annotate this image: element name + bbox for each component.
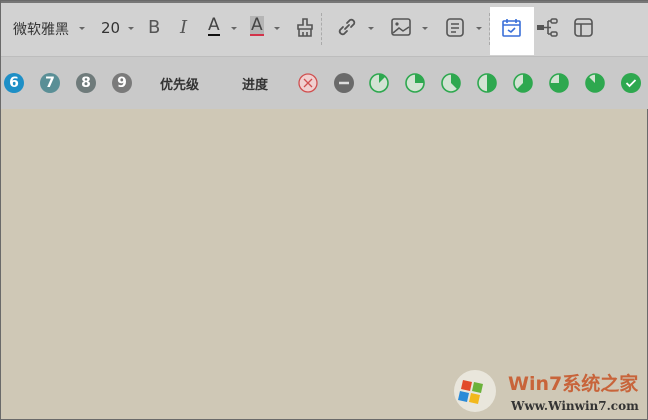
bold-button[interactable]: B	[148, 17, 160, 38]
priority-6-marker[interactable]: 6	[4, 73, 24, 93]
watermark-title: Win7系统之家	[508, 372, 639, 395]
pause-marker-icon[interactable]	[334, 73, 354, 93]
progress-1-of-8-icon[interactable]	[369, 73, 389, 93]
chevron-down-icon[interactable]	[274, 27, 280, 30]
progress-label: 进度	[242, 78, 269, 93]
mindmap-icon[interactable]	[536, 18, 560, 37]
progress-8-of-8-icon[interactable]	[621, 73, 641, 93]
priority-9-marker[interactable]: 9	[112, 73, 132, 93]
progress-2-of-8-icon[interactable]	[405, 73, 425, 93]
font-family-select[interactable]: 微软雅黑	[13, 19, 69, 39]
progress-7-of-8-icon[interactable]	[585, 73, 605, 93]
divider	[321, 13, 322, 45]
calendar-check-icon[interactable]	[502, 18, 521, 37]
progress-3-of-8-icon[interactable]	[441, 73, 461, 93]
font-color-button[interactable]: A	[208, 16, 220, 36]
priority-7-marker[interactable]: 7	[40, 73, 60, 93]
link-icon[interactable]	[337, 17, 357, 37]
note-icon[interactable]	[446, 18, 464, 37]
font-size-select[interactable]: 20	[101, 19, 120, 37]
clear-format-icon[interactable]	[296, 18, 314, 38]
layout-icon[interactable]	[574, 18, 593, 37]
priority-8-marker[interactable]: 8	[76, 73, 96, 93]
chevron-down-icon[interactable]	[476, 27, 482, 30]
priority-label: 优先级	[160, 78, 200, 93]
progress-6-of-8-icon[interactable]	[549, 73, 569, 93]
chevron-down-icon[interactable]	[422, 27, 428, 30]
italic-button[interactable]: I	[180, 17, 187, 38]
highlight-button[interactable]: A	[250, 16, 264, 36]
chevron-down-icon[interactable]	[368, 27, 374, 30]
cancel-marker-icon[interactable]	[298, 73, 318, 93]
chevron-down-icon[interactable]	[79, 27, 85, 30]
progress-4-of-8-icon[interactable]	[477, 73, 497, 93]
watermark-url: Www.Winwin7.com	[510, 399, 639, 413]
chevron-down-icon[interactable]	[128, 27, 134, 30]
progress-5-of-8-icon[interactable]	[513, 73, 533, 93]
watermark-logo: Win7系统之家 Www.Winwin7.com	[454, 370, 639, 413]
chevron-down-icon[interactable]	[231, 27, 237, 30]
image-icon[interactable]	[391, 18, 411, 36]
